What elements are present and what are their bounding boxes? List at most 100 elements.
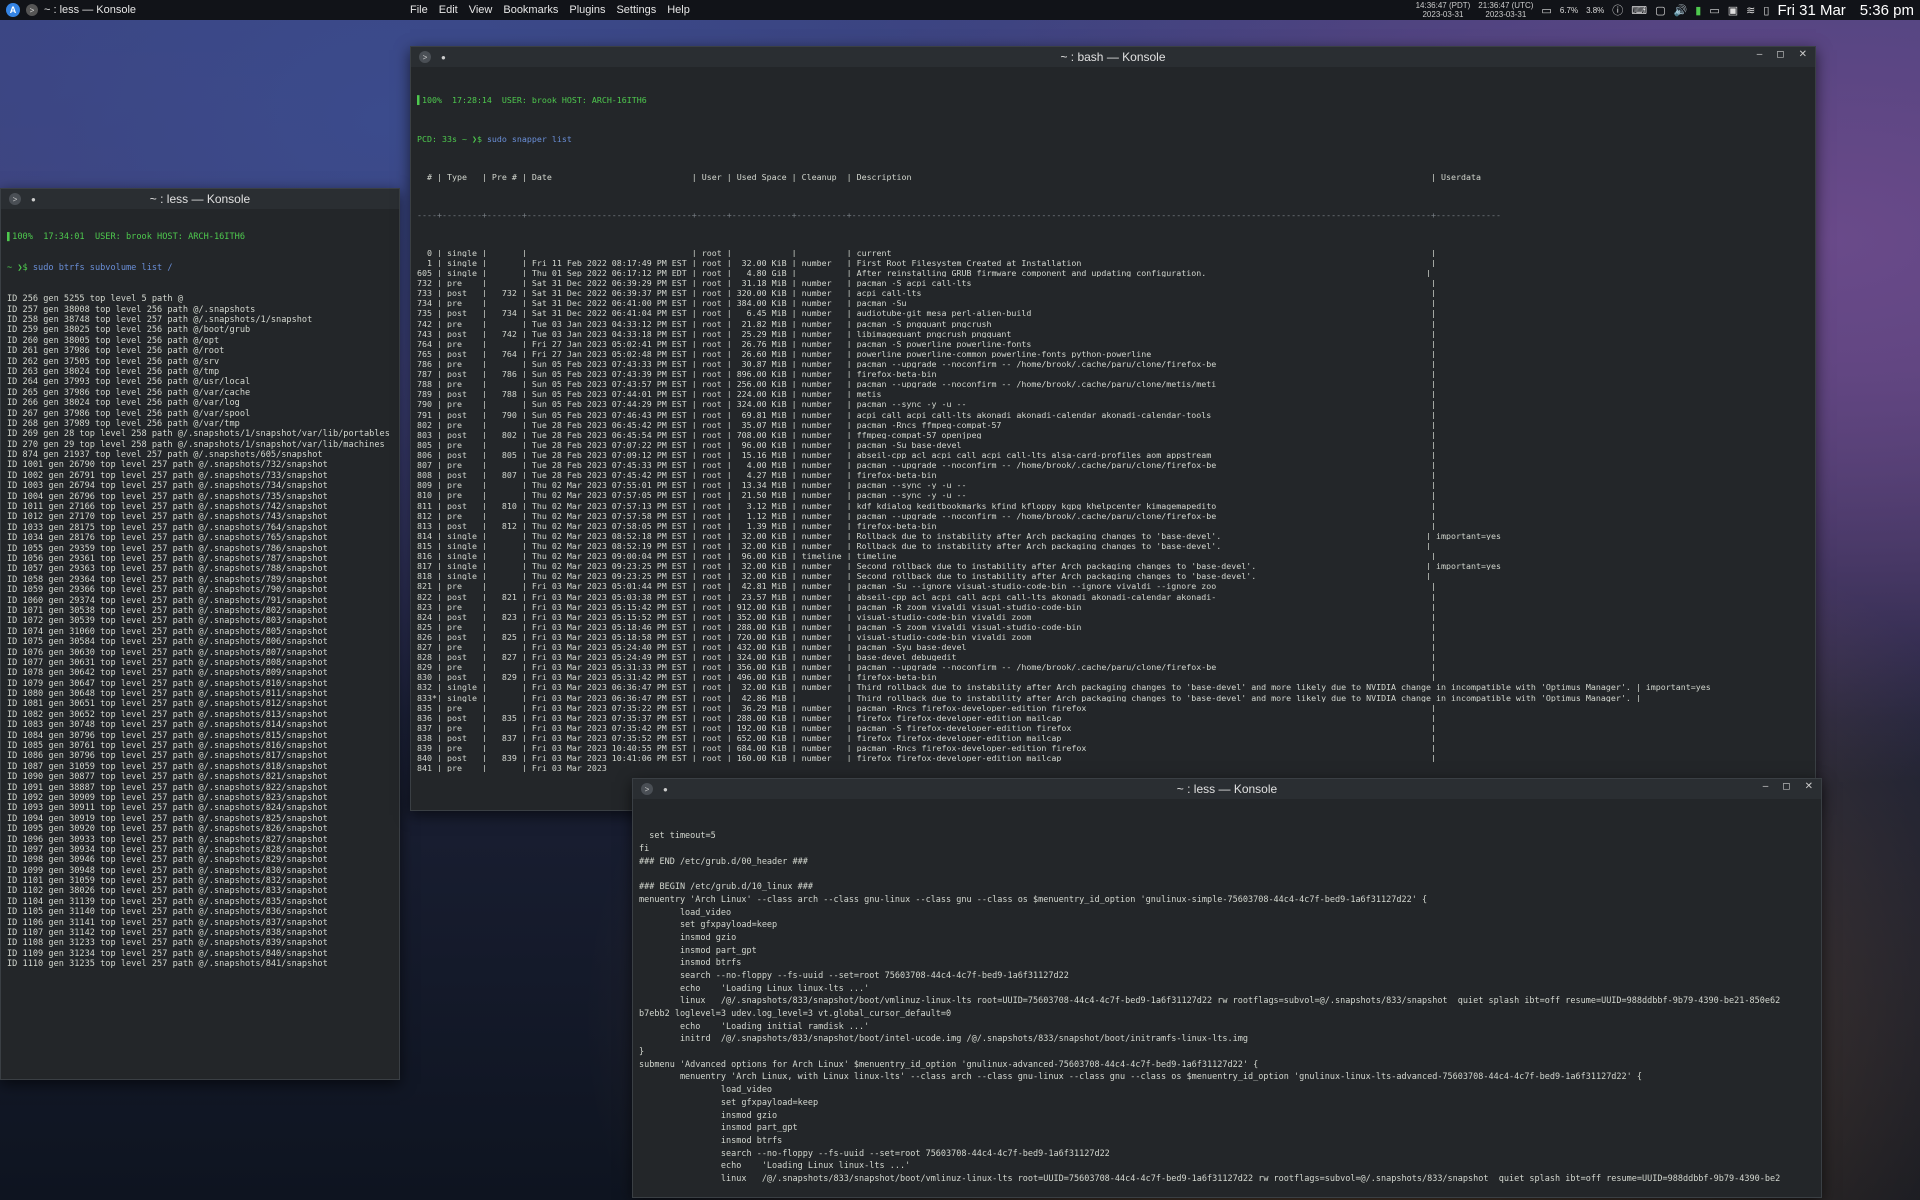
subvolume-row: ID 1059 gen 29366 top level 257 path @/.… bbox=[7, 585, 328, 596]
monitor-icon[interactable]: ▣ bbox=[1728, 4, 1738, 17]
subvolume-row: ID 1091 gen 38887 top level 257 path @/.… bbox=[7, 782, 328, 793]
minimize-icon[interactable]: – bbox=[1757, 49, 1763, 60]
config-line: set gfxpayload=keep bbox=[639, 1097, 819, 1108]
subvolume-row: ID 1003 gen 26794 top level 257 path @/.… bbox=[7, 481, 328, 492]
subvolume-row: ID 1058 gen 29364 top level 257 path @/.… bbox=[7, 574, 328, 585]
terminal-icon[interactable]: ⌨ bbox=[1631, 4, 1647, 17]
snapshot-row: 824 | post | 823 | Fri 03 Mar 2023 05:15… bbox=[417, 611, 1437, 621]
terminal-output[interactable]: set timeout=5 fi ### END /etc/grub.d/00_he… bbox=[633, 799, 1821, 1197]
subvolume-row: ID 263 gen 38024 top level 256 path @/tm… bbox=[7, 366, 220, 377]
subvolume-row: ID 1109 gen 31234 top level 257 path @/.… bbox=[7, 948, 328, 959]
snapshot-row: 841 | pre | | Fri 03 Mar 2023 bbox=[417, 763, 607, 773]
display-icon[interactable]: ▭ bbox=[1709, 4, 1719, 17]
subvolume-row: ID 265 gen 37986 top level 256 path @/va… bbox=[7, 387, 251, 398]
snapshot-row: 833*| single | | Fri 03 Mar 2023 06:36:4… bbox=[417, 692, 1641, 702]
panel-time[interactable]: 5:36 pm bbox=[1860, 2, 1914, 19]
snapshot-table: 0 | single | | | root | | | current | 1 … bbox=[417, 247, 1809, 773]
clock-pdt[interactable]: 14:36:47 (PDT) 2023-03-31 bbox=[1416, 1, 1471, 19]
config-line: insmod gzio bbox=[639, 932, 737, 943]
window-titlebar[interactable]: > ● ~ : bash — Konsole – ◻ ✕ bbox=[411, 47, 1815, 67]
panel-date[interactable]: Fri 31 Mar bbox=[1777, 2, 1845, 19]
system-tray: 14:36:47 (PDT) 2023-03-31 21:36:47 (UTC)… bbox=[1416, 0, 1914, 20]
config-line: fi bbox=[639, 844, 650, 855]
battery-icon[interactable]: ▮ bbox=[1695, 4, 1701, 17]
minimize-icon[interactable]: – bbox=[1763, 781, 1769, 792]
terminal-output[interactable]: ▌100% 17:28:14 USER: brook HOST: ARCH-16… bbox=[411, 67, 1815, 800]
menu-help[interactable]: Help bbox=[667, 4, 690, 16]
window-controls: – ◻ ✕ bbox=[1757, 49, 1807, 60]
menu-view[interactable]: View bbox=[469, 4, 493, 16]
subvolume-row: ID 1098 gen 30946 top level 257 path @/.… bbox=[7, 855, 328, 866]
snapshot-row: 811 | post | 810 | Thu 02 Mar 2023 07:57… bbox=[417, 500, 1437, 510]
snapshot-row: 803 | post | 802 | Tue 28 Feb 2023 06:45… bbox=[417, 429, 1437, 439]
subvolume-row: ID 1087 gen 31059 top level 257 path @/.… bbox=[7, 761, 328, 772]
subvolume-row: ID 1093 gen 30911 top level 257 path @/.… bbox=[7, 803, 328, 814]
global-menu: File Edit View Bookmarks Plugins Setting… bbox=[410, 4, 690, 16]
pin-icon[interactable]: ● bbox=[663, 785, 668, 794]
snapshot-row: 823 | pre | | Fri 03 Mar 2023 05:15:42 P… bbox=[417, 601, 1437, 611]
menu-bookmarks[interactable]: Bookmarks bbox=[503, 4, 558, 16]
subvolume-row: ID 1076 gen 30630 top level 257 path @/.… bbox=[7, 647, 328, 658]
konsole-icon[interactable]: > bbox=[9, 193, 21, 205]
subvolume-row: ID 1001 gen 26790 top level 257 path @/.… bbox=[7, 460, 328, 471]
config-line: echo 'Loading Linux linux-lts ...' bbox=[639, 983, 870, 994]
menu-edit[interactable]: Edit bbox=[439, 4, 458, 16]
konsole-window-grub[interactable]: > ● ~ : less — Konsole – ◻ ✕ set timeout… bbox=[632, 778, 1822, 1198]
terminal-output[interactable]: ▌100% 17:34:01 USER: brook HOST: ARCH-16… bbox=[1, 209, 399, 992]
window-titlebar[interactable]: > ● ~ : less — Konsole – ◻ ✕ bbox=[633, 779, 1821, 799]
snapshot-row: 733 | post | 732 | Sat 31 Dec 2022 06:39… bbox=[417, 288, 1437, 298]
snapshot-row: 791 | post | 790 | Sun 05 Feb 2023 07:46… bbox=[417, 409, 1437, 419]
snapshot-row: 0 | single | | | root | | | current | bbox=[417, 247, 1437, 257]
close-icon[interactable]: ✕ bbox=[1799, 49, 1807, 60]
grub-config-text: set timeout=5 fi ### END /etc/grub.d/00_he… bbox=[639, 830, 1815, 1185]
subvolume-row: ID 1056 gen 29361 top level 257 path @/.… bbox=[7, 553, 328, 564]
subvolume-row: ID 1082 gen 30652 top level 257 path @/.… bbox=[7, 709, 328, 720]
snapshot-row: 788 | pre | | Sun 05 Feb 2023 07:43:57 P… bbox=[417, 379, 1437, 389]
prompt-status-line: ▌100% 17:28:14 USER: brook HOST: ARCH-16… bbox=[417, 95, 647, 106]
subvolume-row: ID 258 gen 38748 top level 257 path @/.s… bbox=[7, 315, 313, 325]
snapshot-row: 1 | single | | Fri 11 Feb 2022 08:17:49 … bbox=[417, 257, 1437, 267]
config-line: insmod btrfs bbox=[639, 1135, 783, 1146]
subvolume-row: ID 1084 gen 30796 top level 257 path @/.… bbox=[7, 730, 328, 741]
maximize-icon[interactable]: ◻ bbox=[1782, 781, 1790, 792]
subvolume-row: ID 874 gen 21937 top level 257 path @/.s… bbox=[7, 450, 323, 461]
konsole-icon[interactable]: > bbox=[419, 51, 431, 63]
pin-icon[interactable]: ● bbox=[441, 53, 446, 62]
subvolume-row: ID 266 gen 38024 top level 256 path @/va… bbox=[7, 398, 240, 409]
konsole-window-snapper[interactable]: > ● ~ : bash — Konsole – ◻ ✕ ▌100% 17:28… bbox=[410, 46, 1816, 811]
menu-file[interactable]: File bbox=[410, 4, 428, 16]
cpu-load-indicator[interactable]: 6.7% bbox=[1560, 6, 1578, 15]
subvolume-row: ID 1074 gen 31060 top level 257 path @/.… bbox=[7, 626, 328, 637]
snapshot-row: 813 | post | 812 | Thu 02 Mar 2023 07:58… bbox=[417, 520, 1437, 530]
subvolume-row: ID 1057 gen 29363 top level 257 path @/.… bbox=[7, 564, 328, 575]
info-icon[interactable]: ⓘ bbox=[1612, 2, 1623, 18]
subvolume-row: ID 262 gen 37505 top level 256 path @/sr… bbox=[7, 356, 220, 367]
memory-indicator[interactable]: 3.8% bbox=[1586, 6, 1604, 15]
subvolume-row: ID 1095 gen 30920 top level 257 path @/.… bbox=[7, 824, 328, 835]
clipboard-icon[interactable]: ▢ bbox=[1655, 4, 1665, 17]
application-launcher-icon[interactable]: A bbox=[6, 3, 20, 17]
clock-utc[interactable]: 21:36:47 (UTC) 2023-03-31 bbox=[1478, 1, 1533, 19]
config-line: load_video bbox=[639, 907, 732, 918]
volume-icon[interactable]: 🔊 bbox=[1674, 4, 1688, 17]
subvolume-row: ID 1104 gen 31139 top level 257 path @/.… bbox=[7, 896, 328, 907]
menu-settings[interactable]: Settings bbox=[616, 4, 656, 16]
window-titlebar[interactable]: > ● ~ : less — Konsole bbox=[1, 189, 399, 209]
subvolume-row: ID 1101 gen 31059 top level 257 path @/.… bbox=[7, 876, 328, 887]
subvolume-row: ID 1072 gen 30539 top level 257 path @/.… bbox=[7, 616, 328, 627]
pin-icon[interactable]: ● bbox=[31, 195, 36, 204]
config-line: submenu 'Advanced options for Arch Linux… bbox=[639, 1059, 1259, 1070]
snapshot-row: 837 | pre | | Fri 03 Mar 2023 07:35:42 P… bbox=[417, 722, 1437, 733]
konsole-icon[interactable]: > bbox=[641, 783, 653, 795]
network-graph-icon[interactable]: ▭ bbox=[1541, 4, 1551, 17]
snapshot-row: 735 | post | 734 | Sat 31 Dec 2022 06:41… bbox=[417, 308, 1437, 318]
maximize-icon[interactable]: ◻ bbox=[1776, 49, 1784, 60]
menu-plugins[interactable]: Plugins bbox=[569, 4, 605, 16]
config-line bbox=[639, 868, 1815, 881]
wifi-icon[interactable]: ≋ bbox=[1746, 4, 1755, 17]
close-icon[interactable]: ✕ bbox=[1805, 781, 1813, 792]
konsole-window-btrfs[interactable]: > ● ~ : less — Konsole ▌100% 17:34:01 US… bbox=[0, 188, 400, 1080]
config-line: initrd /@/.snapshots/833/snapshot/boot/i… bbox=[639, 1034, 1248, 1045]
snapshot-row: 809 | pre | | Thu 02 Mar 2023 07:55:01 P… bbox=[417, 480, 1437, 490]
notifications-icon[interactable]: ▯ bbox=[1763, 4, 1769, 17]
